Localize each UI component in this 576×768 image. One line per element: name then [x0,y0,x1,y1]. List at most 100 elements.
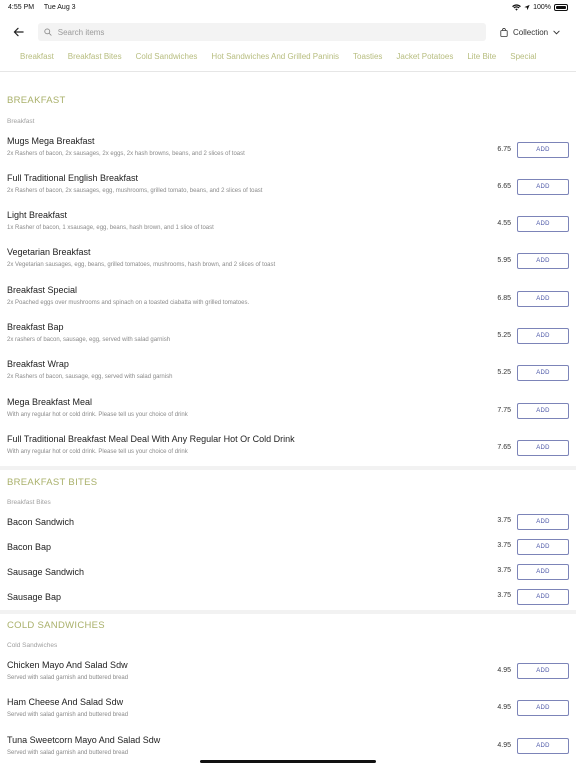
top-bar: Collection [0,14,576,50]
item-name: Tuna Sweetcorn Mayo And Salad Sdw [7,735,161,745]
item-description: Served with salad garnish and buttered b… [7,712,129,718]
menu-item: Ham Cheese And Salad Sdw Served with sal… [0,697,576,727]
item-price: 4.95 [497,667,511,674]
add-button[interactable]: ADD [517,514,569,530]
section-breakfast: BREAKFAST Breakfast Mugs Mega Breakfast … [0,72,576,460]
tab-jacket-potatoes[interactable]: Jacket Potatoes [396,50,453,71]
menu-item: Full Traditional English Breakfast 2x Ra… [0,173,576,203]
item-description: With any regular hot or cold drink. Plea… [7,449,188,455]
arrow-left-icon [13,27,24,37]
wifi-icon [512,3,521,11]
item-price: 4.55 [497,220,511,227]
add-button[interactable]: ADD [517,700,569,716]
add-button[interactable]: ADD [517,564,569,580]
search-icon [44,28,52,36]
item-name: Breakfast Wrap [7,359,69,369]
collection-dropdown[interactable]: Collection [500,28,560,37]
menu-item: Chicken Mayo And Salad Sdw Served with s… [0,660,576,690]
item-price: 7.75 [497,407,511,414]
category-tabs: Breakfast Breakfast Bites Cold Sandwiche… [0,50,576,72]
item-price: 6.85 [497,295,511,302]
add-button[interactable]: ADD [517,539,569,555]
menu-item: Breakfast Wrap 2x Rashers of bacon, saus… [0,359,576,389]
status-bar: 4:55 PM Tue Aug 3 100% [0,0,576,14]
add-button[interactable]: ADD [517,663,569,679]
tab-cold-sandwiches[interactable]: Cold Sandwiches [136,50,198,71]
tab-breakfast-bites[interactable]: Breakfast Bites [68,50,122,71]
add-button[interactable]: ADD [517,142,569,158]
add-button[interactable]: ADD [517,253,569,269]
add-button[interactable]: ADD [517,365,569,381]
section-subtitle: Breakfast Bites [7,499,51,506]
tab-special[interactable]: Special [510,50,536,71]
menu-item: Sausage Bap 3.75 ADD [0,589,576,610]
chevron-down-icon [553,30,560,34]
menu-item: Light Breakfast 1x Rasher of bacon, 1 xs… [0,210,576,240]
battery-percent: 100% [533,3,551,11]
item-price: 3.75 [497,542,511,549]
menu-item: Sausage Sandwich 3.75 ADD [0,564,576,585]
section-cold-sandwiches: COLD SANDWICHES Cold Sandwiches Chicken … [0,614,576,764]
status-left: 4:55 PM Tue Aug 3 [8,4,84,11]
add-button[interactable]: ADD [517,216,569,232]
item-name: Chicken Mayo And Salad Sdw [7,660,128,670]
item-description: Served with salad garnish and buttered b… [7,750,129,756]
shopping-bag-icon [500,27,508,37]
item-name: Vegetarian Breakfast [7,247,91,257]
section-breakfast-bites: BREAKFAST BITES Breakfast Bites Bacon Sa… [0,470,576,610]
item-price: 3.75 [497,592,511,599]
item-name: Full Traditional Breakfast Meal Deal Wit… [7,434,295,444]
status-date: Tue Aug 3 [43,3,76,11]
add-button[interactable]: ADD [517,179,569,195]
tab-toasties[interactable]: Toasties [353,50,382,71]
tab-lite-bite[interactable]: Lite Bite [467,50,496,71]
add-button[interactable]: ADD [517,328,569,344]
tab-breakfast[interactable]: Breakfast [20,50,54,71]
item-price: 6.65 [497,183,511,190]
menu-item: Mega Breakfast Meal With any regular hot… [0,397,576,427]
item-name: Light Breakfast [7,210,68,220]
item-price: 7.65 [497,444,511,451]
search-input[interactable] [57,27,480,37]
item-price: 4.95 [497,704,511,711]
item-description: 2x Rashers of bacon, 2x sausages, 2x egg… [7,151,245,157]
tab-hot-sandwiches[interactable]: Hot Sandwiches And Grilled Paninis [211,50,339,71]
item-description: With any regular hot or cold drink. Plea… [7,412,188,418]
item-price: 5.95 [497,257,511,264]
collection-label: Collection [513,27,549,37]
add-button[interactable]: ADD [517,440,569,456]
item-name: Breakfast Special [7,285,78,295]
item-description: 2x Rashers of bacon, sausage, egg, serve… [7,374,173,380]
item-name: Bacon Sandwich [7,517,75,527]
search-bar[interactable] [38,23,486,41]
item-description: 1x Rasher of bacon, 1 xsausage, egg, bea… [7,225,214,231]
menu-item: Mugs Mega Breakfast 2x Rashers of bacon,… [0,136,576,166]
item-price: 5.25 [497,332,511,339]
item-description: Served with salad garnish and buttered b… [7,675,129,681]
section-subtitle: Cold Sandwiches [7,642,58,649]
item-description: 2x rashers of bacon, sausage, egg, serve… [7,337,171,343]
add-button[interactable]: ADD [517,738,569,754]
menu-item: Bacon Sandwich 3.75 ADD [0,514,576,535]
item-description: 2x Poached eggs over mushrooms and spina… [7,300,250,306]
menu-item: Breakfast Special 2x Poached eggs over m… [0,285,576,315]
item-price: 6.75 [497,146,511,153]
menu-item: Vegetarian Breakfast 2x Vegetarian sausa… [0,247,576,277]
home-indicator [200,760,376,763]
section-title: BREAKFAST [7,95,66,106]
add-button[interactable]: ADD [517,403,569,419]
menu-item: Breakfast Bap 2x rashers of bacon, sausa… [0,322,576,352]
item-name: Bacon Bap [7,542,52,552]
status-time: 4:55 PM [8,3,35,11]
location-icon [524,4,530,10]
add-button[interactable]: ADD [517,291,569,307]
add-button[interactable]: ADD [517,589,569,605]
item-name: Mugs Mega Breakfast [7,136,95,146]
section-subtitle: Breakfast [7,118,35,125]
item-name: Mega Breakfast Meal [7,397,93,407]
item-name: Full Traditional English Breakfast [7,173,139,183]
section-title: COLD SANDWICHES [7,620,105,631]
item-price: 3.75 [497,567,511,574]
battery-icon [554,3,568,11]
back-button[interactable] [8,22,28,42]
